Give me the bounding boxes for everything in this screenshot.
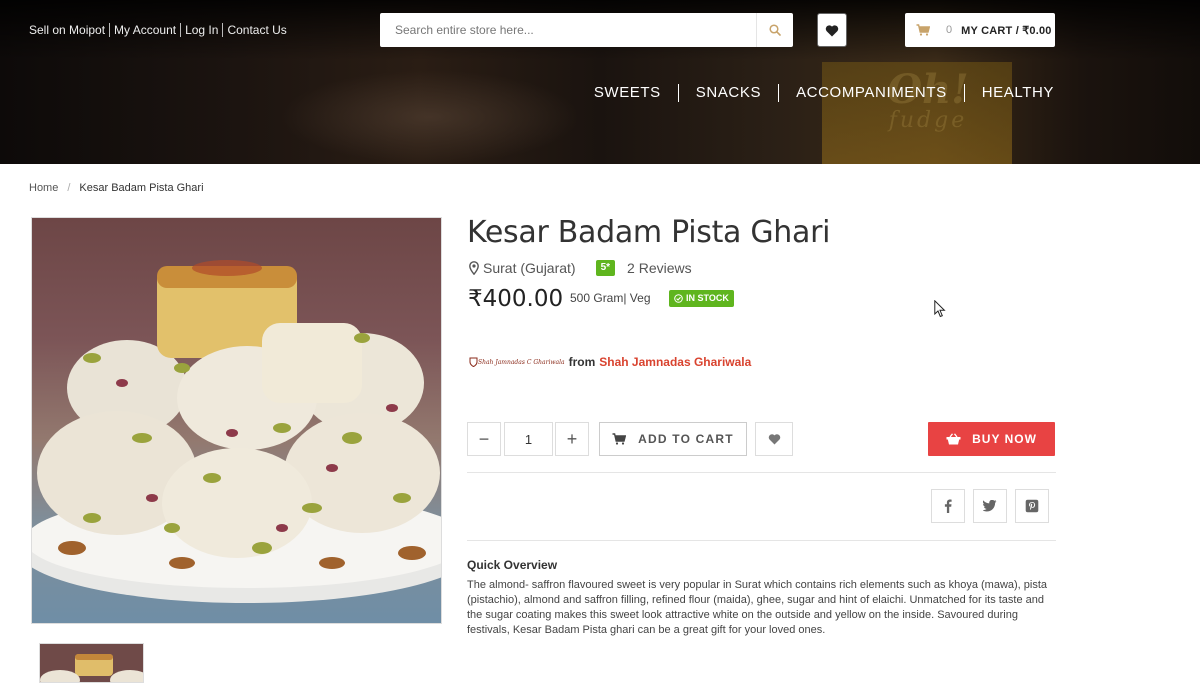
- add-to-cart-button[interactable]: ADD TO CART: [599, 422, 747, 456]
- add-to-wishlist-button[interactable]: [755, 422, 793, 456]
- seller-logo: Shah Jamnadas C Ghariwala: [469, 357, 565, 367]
- nav-sweets[interactable]: SWEETS: [577, 84, 678, 102]
- quick-overview-heading: Quick Overview: [467, 558, 558, 572]
- seller-info: Shah Jamnadas C Ghariwala from Shah Jamn…: [469, 355, 751, 369]
- share-facebook-button[interactable]: [931, 489, 965, 523]
- pinterest-icon: [1025, 499, 1039, 513]
- seller-crest-icon: [469, 357, 478, 367]
- product-price: ₹400.00: [468, 286, 564, 312]
- facebook-icon: [944, 499, 952, 513]
- nav-healthy[interactable]: HEALTHY: [963, 84, 1054, 102]
- main-navigation: SWEETS SNACKS ACCOMPANIMENTS HEALTHY: [577, 84, 1054, 102]
- thumbnail-photo: [40, 644, 143, 682]
- check-circle-icon: [674, 294, 683, 303]
- product-meta: Surat (Gujarat) 5* 2 Reviews: [469, 260, 692, 276]
- breadcrumb: Home / Kesar Badam Pista Ghari: [29, 182, 204, 194]
- seller-from-label: from: [568, 355, 596, 369]
- buy-now-button[interactable]: BUY NOW: [928, 422, 1055, 456]
- cart-icon: [916, 24, 930, 36]
- divider: [467, 540, 1056, 541]
- seller-logo-text: Shah Jamnadas C Ghariwala: [478, 358, 565, 366]
- cart-total-label: MY CART / ₹0.00: [961, 24, 1052, 37]
- reviews-link[interactable]: 2 Reviews: [627, 260, 692, 276]
- basket-icon: [946, 433, 961, 445]
- nav-accompaniments[interactable]: ACCOMPANIMENTS: [778, 84, 964, 102]
- header-banner-jar: [280, 70, 580, 164]
- mouse-cursor-icon: [934, 300, 946, 318]
- wishlist-button[interactable]: [817, 13, 847, 47]
- divider: [467, 472, 1056, 473]
- product-location: Surat (Gujarat): [483, 260, 576, 276]
- product-photo: [32, 260, 441, 603]
- share-twitter-button[interactable]: [973, 489, 1007, 523]
- quick-overview-text: The almond- saffron flavoured sweet is v…: [467, 579, 1048, 636]
- heart-icon: [825, 24, 839, 36]
- top-links: Sell on Moipot My Account Log In Contact…: [29, 23, 291, 37]
- product-title: Kesar Badam Pista Ghari: [467, 215, 831, 250]
- sell-on-moipot-link[interactable]: Sell on Moipot: [29, 23, 109, 37]
- my-account-link[interactable]: My Account: [109, 23, 180, 37]
- search-button[interactable]: [756, 13, 793, 47]
- heart-icon: [768, 434, 780, 445]
- breadcrumb-current: Kesar Badam Pista Ghari: [79, 182, 204, 194]
- mini-cart-button[interactable]: 0 MY CART / ₹0.00: [905, 13, 1055, 47]
- add-to-cart-label: ADD TO CART: [638, 432, 734, 446]
- cart-count: 0: [946, 24, 953, 36]
- buy-now-label: BUY NOW: [972, 432, 1037, 446]
- log-in-link[interactable]: Log In: [180, 23, 222, 37]
- twitter-icon: [983, 500, 997, 512]
- quantity-input[interactable]: [504, 422, 553, 456]
- nav-snacks[interactable]: SNACKS: [677, 84, 778, 102]
- cart-icon: [612, 433, 627, 445]
- breadcrumb-home-link[interactable]: Home: [29, 182, 58, 194]
- quantity-decrease-button[interactable]: −: [467, 422, 501, 456]
- product-main-image[interactable]: [31, 217, 442, 624]
- search-bar: [380, 13, 793, 47]
- breadcrumb-separator: /: [67, 182, 71, 194]
- product-weight: 500 Gram| Veg: [570, 291, 651, 305]
- site-header: Oh! fudge Sell on Moipot My Account Log …: [0, 0, 1200, 164]
- banner-brand-line2: fudge: [888, 108, 968, 133]
- search-input[interactable]: [380, 13, 756, 47]
- contact-us-link[interactable]: Contact Us: [222, 23, 290, 37]
- stock-status-badge: IN STOCK: [669, 290, 734, 307]
- stock-status-text: IN STOCK: [686, 293, 729, 303]
- map-pin-icon: [469, 261, 479, 275]
- rating-badge: 5*: [595, 260, 616, 276]
- search-icon: [769, 24, 781, 36]
- product-thumbnail[interactable]: [39, 643, 144, 683]
- seller-name-link[interactable]: Shah Jamnadas Ghariwala: [599, 355, 751, 369]
- share-pinterest-button[interactable]: [1015, 489, 1049, 523]
- quantity-increase-button[interactable]: +: [555, 422, 589, 456]
